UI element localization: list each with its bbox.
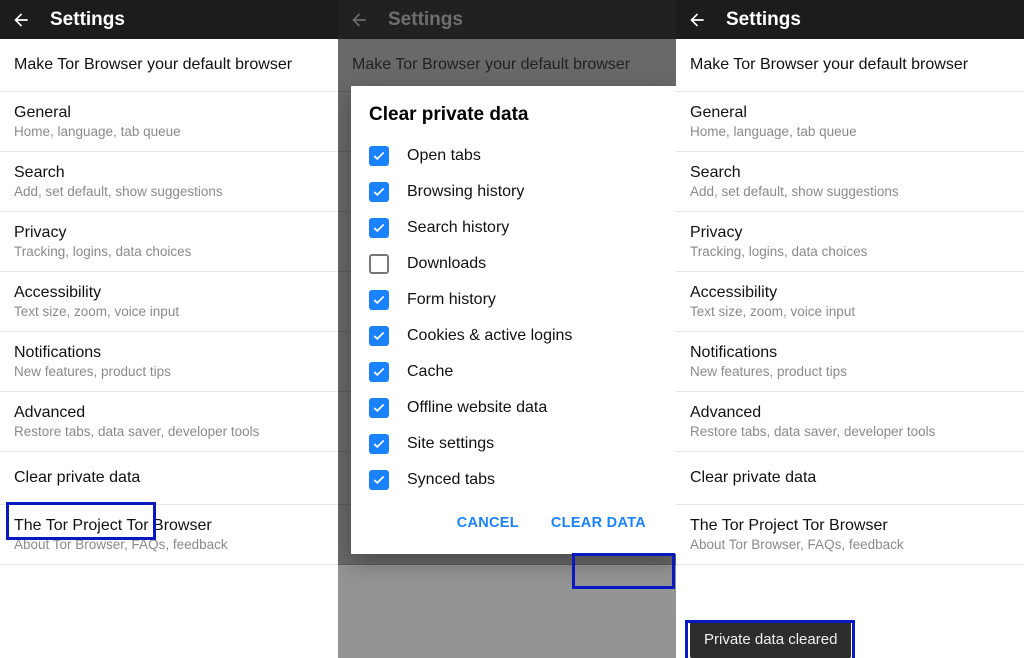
dialog-title: Clear private data	[369, 104, 658, 126]
app-header: Settings	[676, 0, 1024, 39]
settings-item-privacy[interactable]: Privacy Tracking, logins, data choices	[676, 212, 1024, 272]
dialog-option[interactable]: Offline website data	[369, 390, 658, 426]
checkbox-icon[interactable]	[369, 434, 389, 454]
dialog-option-label: Site settings	[407, 435, 494, 453]
checkbox-icon[interactable]	[369, 218, 389, 238]
settings-item-general[interactable]: General Home, language, tab queue	[676, 92, 1024, 152]
settings-item-clear-private-data[interactable]: Clear private data	[0, 452, 338, 505]
back-arrow-icon[interactable]	[10, 9, 32, 31]
settings-item-advanced[interactable]: Advanced Restore tabs, data saver, devel…	[0, 392, 338, 452]
dialog-option-label: Open tabs	[407, 147, 481, 165]
settings-list: Make Tor Browser your default browser Ge…	[0, 39, 338, 565]
dialog-option-label: Form history	[407, 291, 496, 309]
settings-item-accessibility[interactable]: Accessibility Text size, zoom, voice inp…	[0, 272, 338, 332]
dialog-option-label: Offline website data	[407, 399, 547, 417]
private-data-cleared-toast: Private data cleared	[690, 621, 851, 658]
settings-screen-dialog: Settings Make Tor Browser your default b…	[338, 0, 676, 658]
checkbox-icon[interactable]	[369, 326, 389, 346]
settings-item-clear-private-data[interactable]: Clear private data	[676, 452, 1024, 505]
settings-screen-toast: Settings Make Tor Browser your default b…	[676, 0, 1024, 658]
checkbox-icon[interactable]	[369, 182, 389, 202]
dialog-option[interactable]: Open tabs	[369, 138, 658, 174]
dialog-actions: CANCEL CLEAR DATA	[369, 506, 658, 540]
settings-make-default[interactable]: Make Tor Browser your default browser	[676, 39, 1024, 92]
back-arrow-icon[interactable]	[686, 9, 708, 31]
clear-data-button[interactable]: CLEAR DATA	[539, 506, 658, 540]
dialog-option-label: Browsing history	[407, 183, 524, 201]
settings-item-about[interactable]: The Tor Project Tor Browser About Tor Br…	[676, 505, 1024, 565]
dialog-option[interactable]: Downloads	[369, 246, 658, 282]
dialog-option[interactable]: Browsing history	[369, 174, 658, 210]
dialog-option[interactable]: Form history	[369, 282, 658, 318]
dialog-option[interactable]: Search history	[369, 210, 658, 246]
dialog-option-label: Cache	[407, 363, 453, 381]
settings-item-general[interactable]: General Home, language, tab queue	[0, 92, 338, 152]
settings-item-search[interactable]: Search Add, set default, show suggestion…	[0, 152, 338, 212]
settings-item-advanced[interactable]: Advanced Restore tabs, data saver, devel…	[676, 392, 1024, 452]
checkbox-icon[interactable]	[369, 398, 389, 418]
settings-item-privacy[interactable]: Privacy Tracking, logins, data choices	[0, 212, 338, 272]
checkbox-icon[interactable]	[369, 254, 389, 274]
clear-private-data-dialog: Clear private data Open tabs Browsing his…	[351, 86, 676, 554]
settings-item-search[interactable]: Search Add, set default, show suggestion…	[676, 152, 1024, 212]
checkbox-icon[interactable]	[369, 362, 389, 382]
dialog-option-label: Cookies & active logins	[407, 327, 572, 345]
dialog-option[interactable]: Cookies & active logins	[369, 318, 658, 354]
dialog-option-label: Downloads	[407, 255, 486, 273]
cancel-button[interactable]: CANCEL	[445, 506, 531, 540]
dialog-option[interactable]: Site settings	[369, 426, 658, 462]
settings-item-notifications[interactable]: Notifications New features, product tips	[676, 332, 1024, 392]
dialog-options: Open tabs Browsing history Search history D…	[369, 138, 658, 498]
checkbox-icon[interactable]	[369, 290, 389, 310]
settings-make-default[interactable]: Make Tor Browser your default browser	[0, 39, 338, 92]
settings-item-accessibility[interactable]: Accessibility Text size, zoom, voice inp…	[676, 272, 1024, 332]
settings-item-about[interactable]: The Tor Project Tor Browser About Tor Br…	[0, 505, 338, 565]
header-title: Settings	[726, 9, 801, 31]
settings-screen-initial: Settings Make Tor Browser your default b…	[0, 0, 338, 658]
app-header: Settings	[0, 0, 338, 39]
checkbox-icon[interactable]	[369, 146, 389, 166]
dialog-option[interactable]: Synced tabs	[369, 462, 658, 498]
checkbox-icon[interactable]	[369, 470, 389, 490]
settings-list: Make Tor Browser your default browser Ge…	[676, 39, 1024, 565]
settings-item-notifications[interactable]: Notifications New features, product tips	[0, 332, 338, 392]
dialog-option-label: Synced tabs	[407, 471, 495, 489]
header-title: Settings	[50, 9, 125, 31]
dialog-option[interactable]: Cache	[369, 354, 658, 390]
dialog-option-label: Search history	[407, 219, 509, 237]
